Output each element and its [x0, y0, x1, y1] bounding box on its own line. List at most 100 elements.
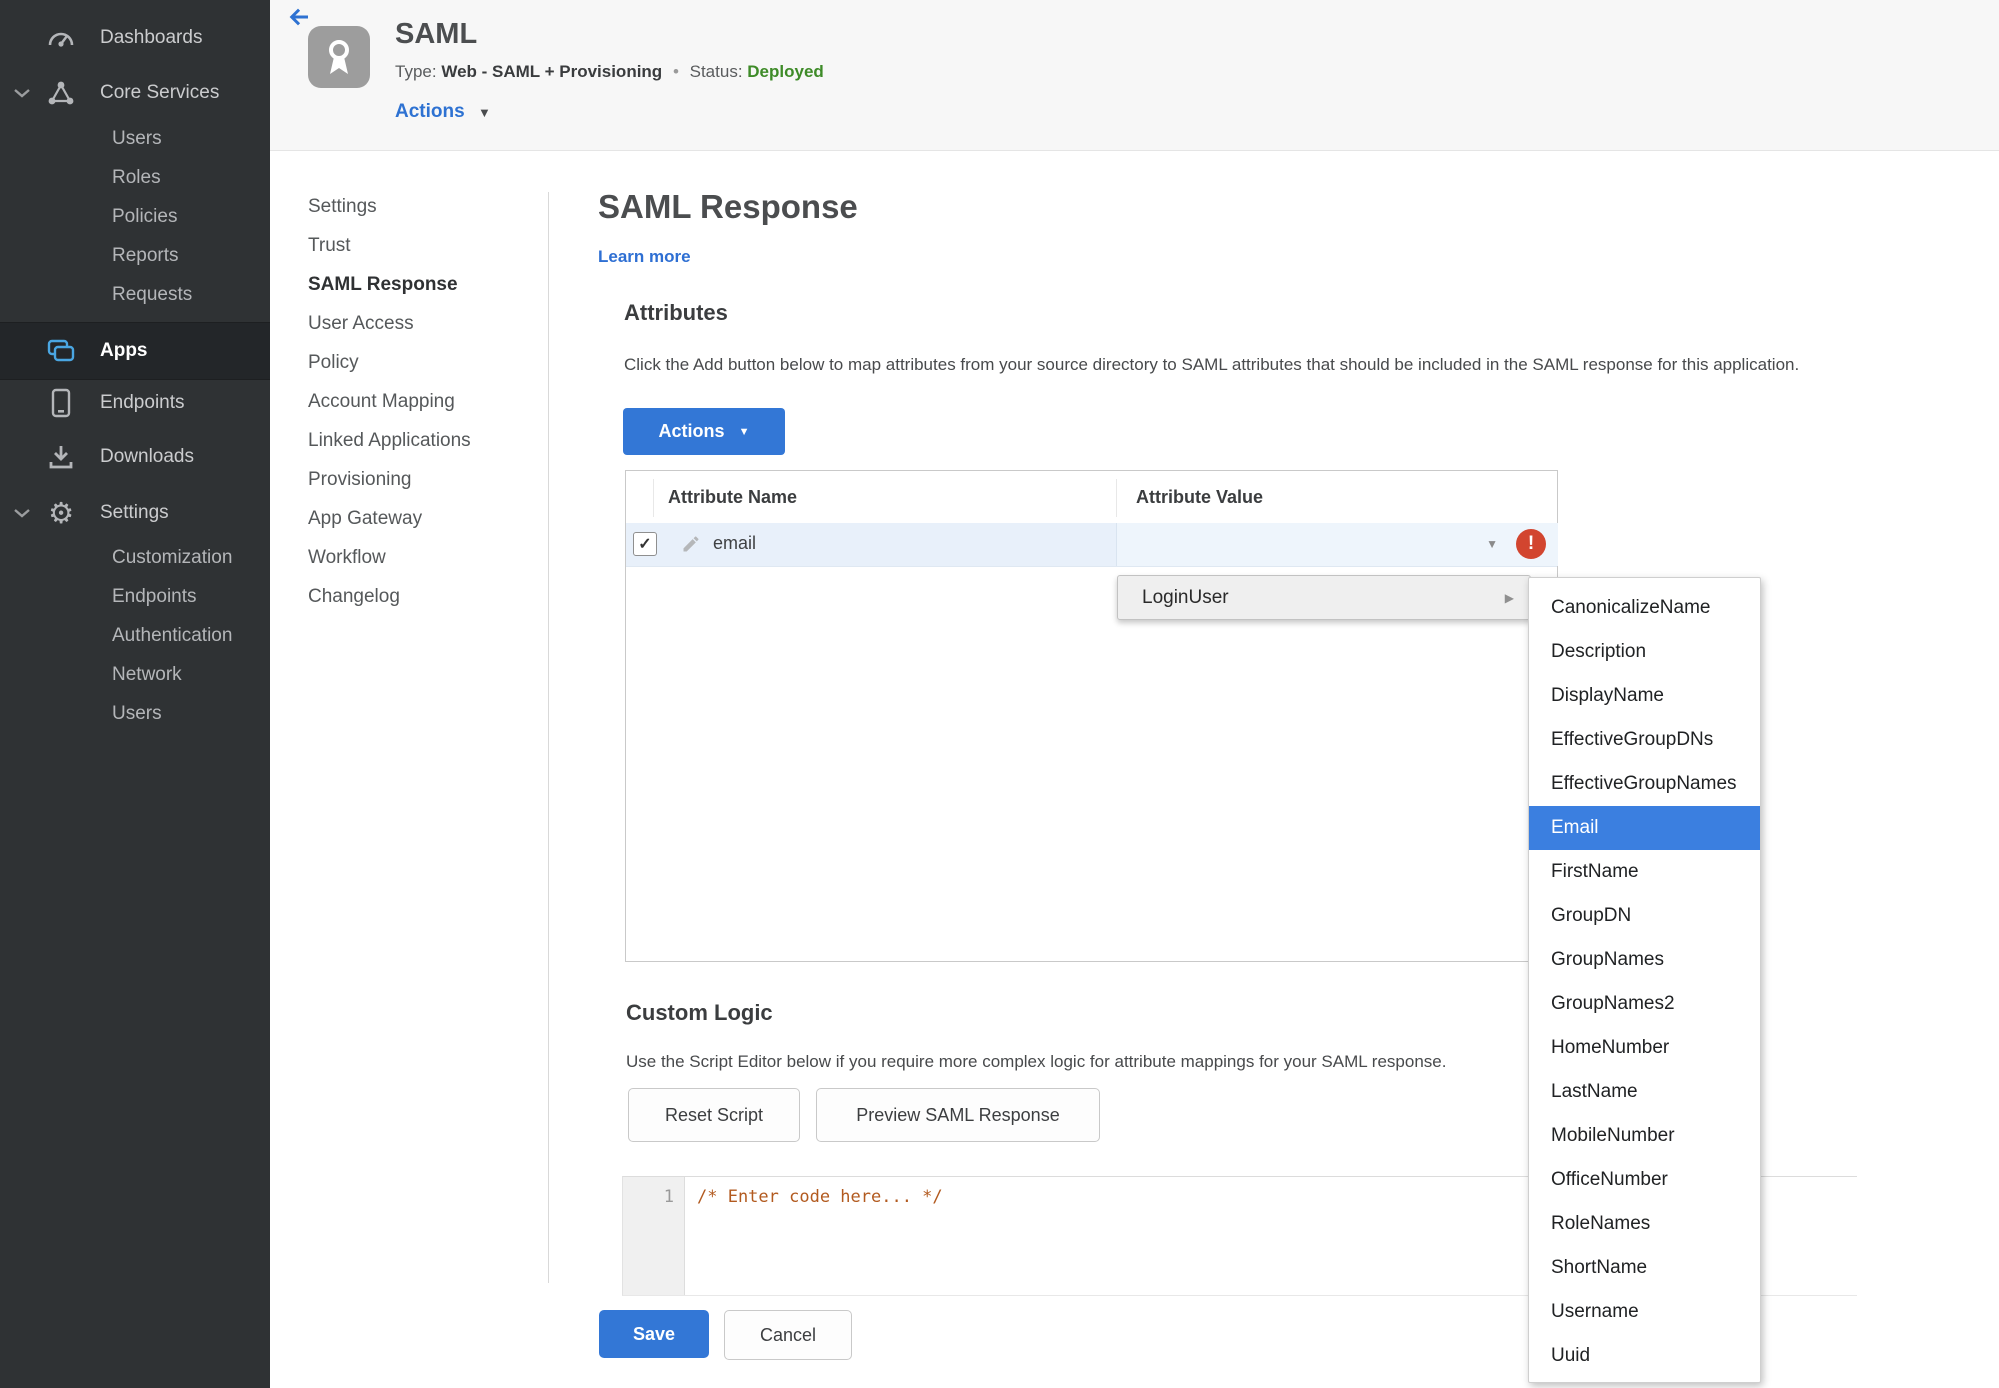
tab-account-mapping[interactable]: Account Mapping: [308, 382, 528, 421]
check-icon: ✓: [638, 536, 652, 553]
sidebar-item-customization[interactable]: Customization: [0, 538, 270, 577]
status-label: Status:: [689, 62, 743, 81]
sidebar-item-label: Endpoints: [100, 392, 185, 413]
row-checkbox[interactable]: ✓: [633, 532, 657, 556]
attribute-name-value: email: [713, 533, 757, 553]
menu-option-groupnames[interactable]: GroupNames: [1529, 938, 1760, 982]
sidebar-item-endpoints[interactable]: Endpoints: [0, 383, 270, 423]
line-number: 1: [663, 1187, 674, 1207]
sidebar-item-dashboards[interactable]: Dashboards: [0, 18, 270, 58]
tab-changelog[interactable]: Changelog: [308, 577, 528, 616]
dropdown-caret-icon[interactable]: ▼: [1486, 537, 1498, 551]
menu-option-groupnames2[interactable]: GroupNames2: [1529, 982, 1760, 1026]
tab-trust[interactable]: Trust: [308, 226, 528, 265]
tab-saml-response[interactable]: SAML Response: [308, 265, 528, 304]
attributes-table: Attribute Name Attribute Value ▼ ! ✓ ema…: [625, 470, 1558, 962]
error-glyph: !: [1527, 533, 1535, 554]
sidebar-item-downloads[interactable]: Downloads: [0, 437, 270, 477]
download-icon: [44, 440, 78, 474]
menu-option-groupdn[interactable]: GroupDN: [1529, 894, 1760, 938]
edit-pencil-icon[interactable]: [681, 534, 701, 554]
sidebar-item-authentication[interactable]: Authentication: [0, 616, 270, 655]
section-title: SAML Response: [598, 188, 858, 225]
molecule-icon: [44, 76, 78, 110]
group-label: LoginUser: [1142, 586, 1229, 608]
chevron-down-icon: [14, 509, 30, 518]
menu-option-uuid[interactable]: Uuid: [1529, 1334, 1760, 1378]
menu-option-homenumber[interactable]: HomeNumber: [1529, 1026, 1760, 1070]
page-title: SAML: [395, 18, 478, 50]
menu-option-effectivegroupnames[interactable]: EffectiveGroupNames: [1529, 762, 1760, 806]
menu-option-canonicalizename[interactable]: CanonicalizeName: [1529, 586, 1760, 630]
type-label: Type:: [395, 62, 437, 81]
sidebar-item-settings[interactable]: ⚙ Settings: [0, 493, 270, 533]
preview-saml-response-button[interactable]: Preview SAML Response: [816, 1088, 1100, 1142]
reset-script-button[interactable]: Reset Script: [628, 1088, 800, 1142]
caret-down-icon: ▼: [477, 105, 491, 120]
tab-user-access[interactable]: User Access: [308, 304, 528, 343]
sidebar-item-reports[interactable]: Reports: [0, 236, 270, 275]
back-arrow-icon[interactable]: [287, 5, 311, 29]
value-menu-group-loginuser[interactable]: LoginUser ▶: [1117, 575, 1531, 620]
app-window: Dashboards Core Services Users Roles Pol…: [0, 0, 1999, 1388]
menu-option-effectivegroupdns[interactable]: EffectiveGroupDNs: [1529, 718, 1760, 762]
menu-option-officenumber[interactable]: OfficeNumber: [1529, 1158, 1760, 1202]
attributes-description: Click the Add button below to map attrib…: [624, 355, 1800, 374]
type-value: Web - SAML + Provisioning: [441, 62, 663, 81]
save-button[interactable]: Save: [599, 1310, 709, 1358]
gauge-icon: [44, 21, 78, 55]
tab-linked-applications[interactable]: Linked Applications: [308, 421, 528, 460]
sidebar-item-core-services[interactable]: Core Services: [0, 73, 270, 113]
header-actions-menu[interactable]: Actions ▼: [395, 101, 491, 123]
core-services-children: Users Roles Policies Reports Requests: [0, 119, 270, 314]
menu-option-description[interactable]: Description: [1529, 630, 1760, 674]
menu-option-mobilenumber[interactable]: MobileNumber: [1529, 1114, 1760, 1158]
attribute-value-dropdown[interactable]: ▼ !: [1116, 523, 1558, 566]
sidebar-item-users[interactable]: Users: [0, 119, 270, 158]
sidebar-item-label: Downloads: [100, 446, 194, 467]
meta-separator: •: [672, 62, 679, 81]
sidebar: Dashboards Core Services Users Roles Pol…: [0, 0, 270, 1388]
menu-option-username[interactable]: Username: [1529, 1290, 1760, 1334]
tab-app-gateway[interactable]: App Gateway: [308, 499, 528, 538]
gear-icon: ⚙: [48, 495, 74, 530]
tab-workflow[interactable]: Workflow: [308, 538, 528, 577]
menu-option-lastname[interactable]: LastName: [1529, 1070, 1760, 1114]
cancel-button[interactable]: Cancel: [724, 1310, 852, 1360]
value-menu-options: CanonicalizeName Description DisplayName…: [1528, 577, 1761, 1383]
menu-option-email[interactable]: Email: [1529, 806, 1760, 850]
tab-settings[interactable]: Settings: [308, 187, 528, 226]
tab-provisioning[interactable]: Provisioning: [308, 460, 528, 499]
menu-option-rolenames[interactable]: RoleNames: [1529, 1202, 1760, 1246]
sidebar-item-label: Core Services: [100, 82, 220, 103]
learn-more-link[interactable]: Learn more: [598, 247, 691, 267]
sidebar-item-label: Settings: [100, 502, 169, 523]
attributes-heading: Attributes: [624, 300, 728, 325]
app-badge-icon: [308, 26, 370, 88]
menu-option-displayname[interactable]: DisplayName: [1529, 674, 1760, 718]
menu-option-firstname[interactable]: FirstName: [1529, 850, 1760, 894]
device-icon: [44, 386, 78, 420]
error-icon: !: [1516, 529, 1546, 559]
editor-gutter: 1: [623, 1177, 685, 1295]
table-row[interactable]: ▼ ! ✓ email: [626, 523, 1558, 567]
settings-children: Customization Endpoints Authentication N…: [0, 538, 270, 733]
sidebar-item-requests[interactable]: Requests: [0, 275, 270, 314]
sidebar-item-label: Apps: [100, 340, 148, 361]
subnav-divider: [548, 192, 549, 1283]
menu-option-shortname[interactable]: ShortName: [1529, 1246, 1760, 1290]
sidebar-item-roles[interactable]: Roles: [0, 158, 270, 197]
attributes-actions-button[interactable]: Actions ▼: [623, 408, 785, 455]
submenu-arrow-icon: ▶: [1504, 590, 1514, 605]
attributes-actions-label: Actions: [658, 421, 725, 441]
tab-policy[interactable]: Policy: [308, 343, 528, 382]
sidebar-item-apps[interactable]: Apps: [0, 322, 270, 380]
sidebar-item-policies[interactable]: Policies: [0, 197, 270, 236]
app-header: SAML Type: Web - SAML + Provisioning • S…: [270, 0, 1999, 151]
sidebar-item-users-settings[interactable]: Users: [0, 694, 270, 733]
sidebar-item-network[interactable]: Network: [0, 655, 270, 694]
app-subnav: Settings Trust SAML Response User Access…: [308, 187, 528, 616]
header-actions-label: Actions: [395, 101, 465, 122]
sidebar-item-endpoints-settings[interactable]: Endpoints: [0, 577, 270, 616]
chevron-down-icon: [14, 89, 30, 98]
